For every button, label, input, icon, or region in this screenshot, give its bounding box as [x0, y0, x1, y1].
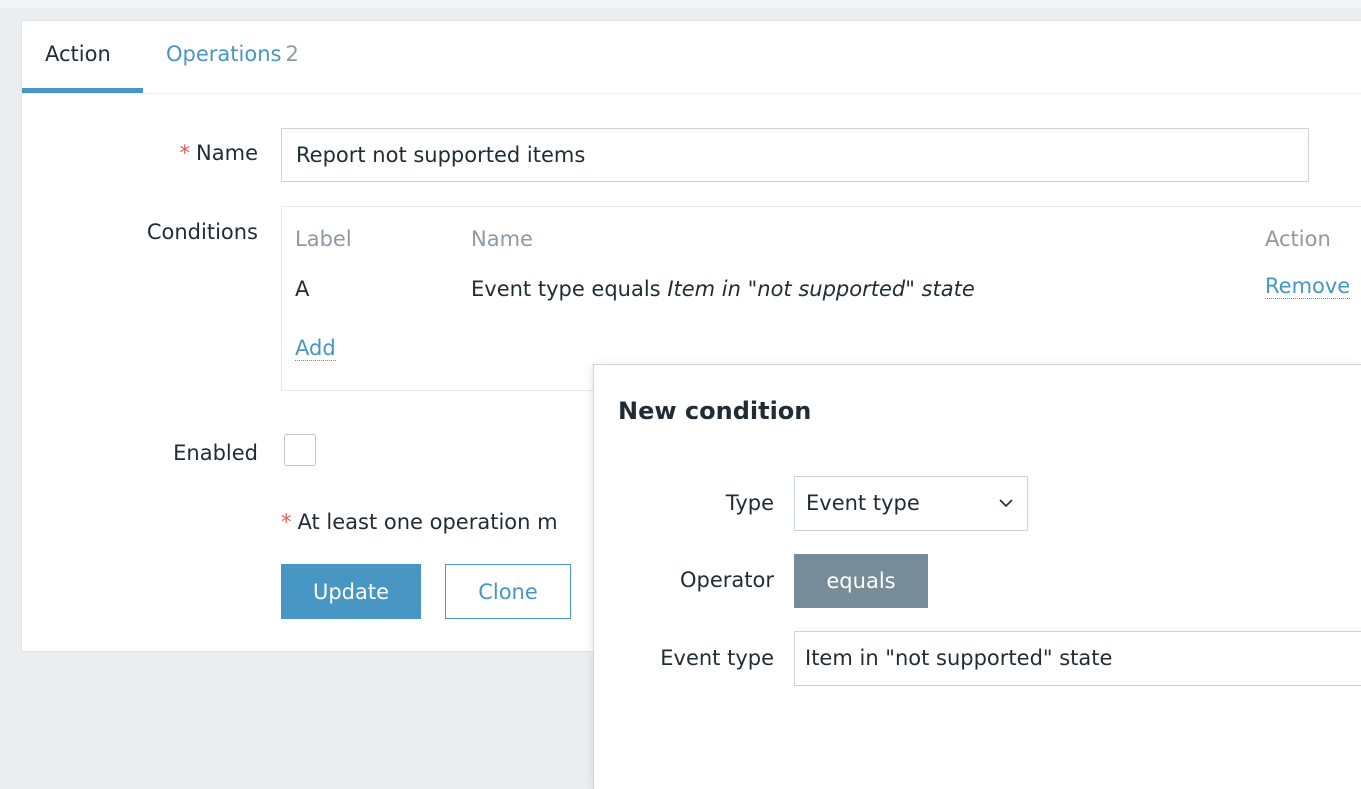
name-label-text: Name [196, 141, 258, 165]
chevron-down-icon [997, 494, 1015, 516]
conditions-header-label: Label [295, 227, 352, 251]
tab-operations-label: Operations [166, 42, 282, 66]
condition-text: Event type equals [471, 277, 668, 301]
condition-row-name: Event type equals Item in "not supported… [471, 277, 975, 301]
name-input[interactable]: Report not supported items [281, 128, 1309, 182]
conditions-label: Conditions [146, 220, 258, 244]
condition-value: Item in "not supported" state [667, 277, 975, 301]
tab-bar: Action Operations 2 [22, 21, 1361, 94]
top-strip [0, 0, 1361, 8]
remove-condition-link[interactable]: Remove [1265, 274, 1351, 300]
type-label: Type [725, 491, 774, 515]
conditions-header-action: Action [1265, 227, 1331, 251]
active-tab-indicator [22, 88, 143, 93]
type-select[interactable]: Event type [794, 476, 1028, 531]
name-label: * Name [22, 141, 258, 165]
enabled-checkbox[interactable] [284, 434, 316, 466]
new-condition-dialog: New condition Type Event type Operator e… [593, 364, 1361, 789]
operations-required-note: * At least one operation m [281, 510, 558, 534]
note-text: At least one operation m [297, 510, 558, 534]
clone-button[interactable]: Clone [445, 564, 571, 619]
enabled-label: Enabled [173, 441, 258, 465]
event-type-select[interactable]: Item in "not supported" state [794, 631, 1361, 686]
required-mark: * [179, 141, 191, 165]
update-button[interactable]: Update [281, 564, 421, 619]
tab-operations[interactable]: Operations 2 [166, 42, 299, 66]
operator-label: Operator [680, 568, 774, 592]
type-select-value: Event type [806, 491, 920, 515]
dialog-title: New condition [618, 397, 812, 425]
tab-action[interactable]: Action [45, 42, 111, 66]
operator-equals: equals [794, 554, 928, 608]
add-condition-link[interactable]: Add [295, 336, 336, 362]
condition-row-label: A [295, 277, 310, 301]
event-type-label: Event type [660, 646, 774, 670]
note-required-mark: * [281, 510, 292, 534]
tab-operations-count: 2 [285, 42, 299, 66]
conditions-header-name: Name [471, 227, 533, 251]
